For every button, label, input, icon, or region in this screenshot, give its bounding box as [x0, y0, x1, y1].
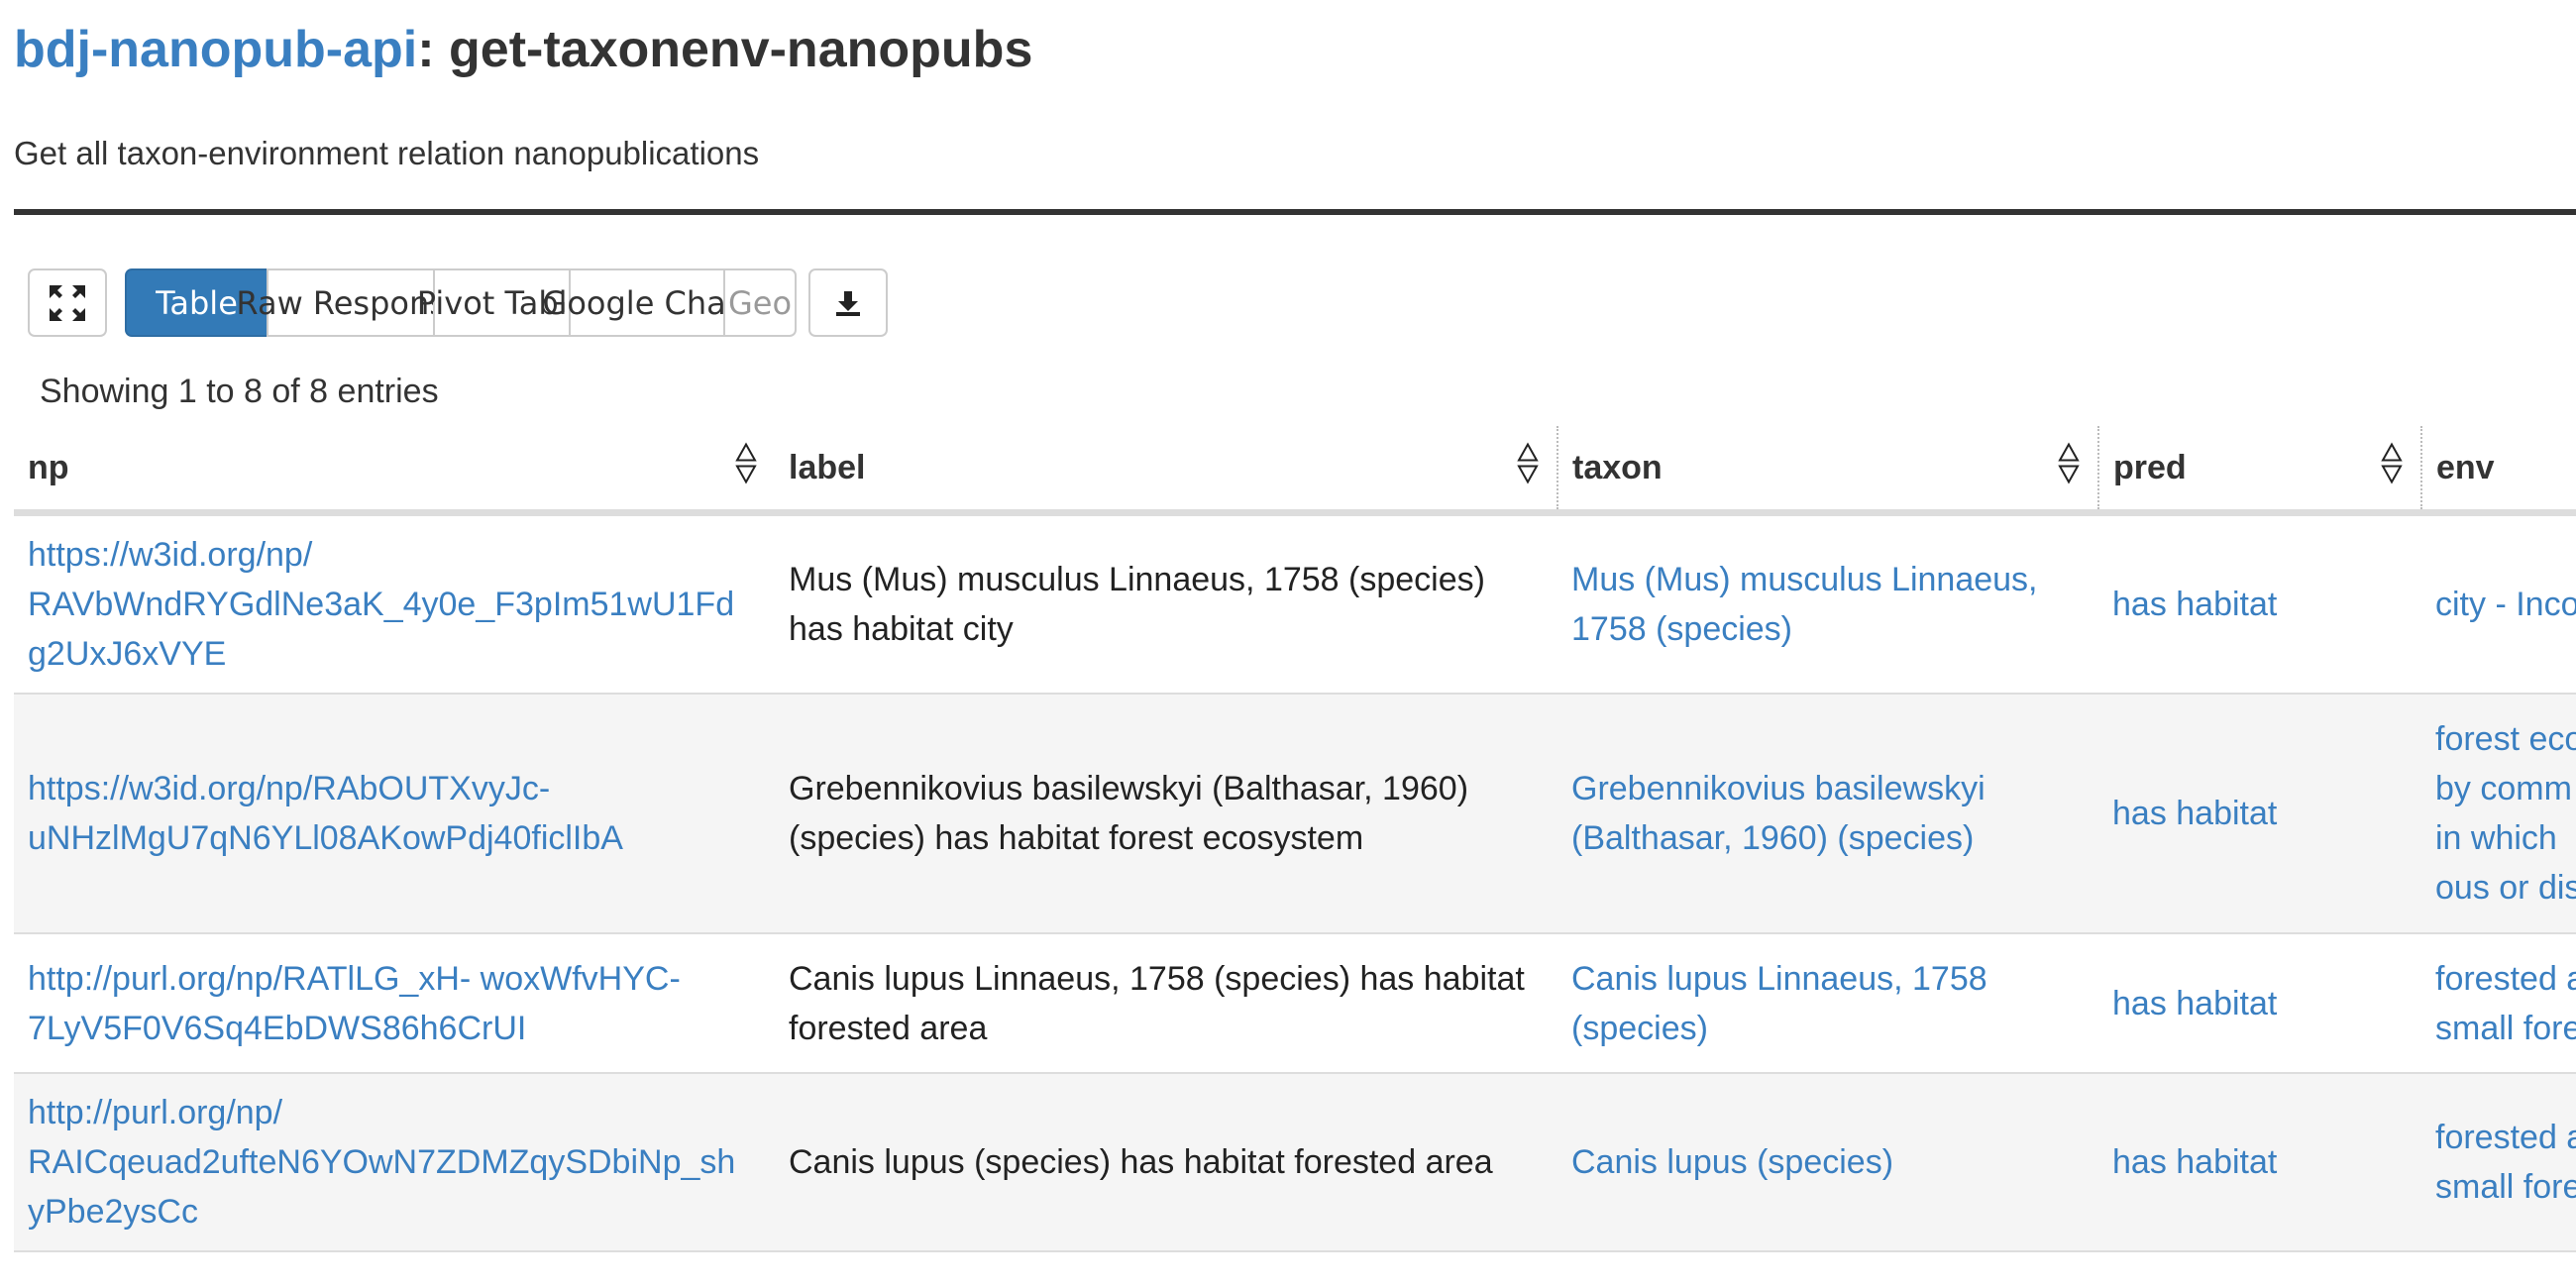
np-link[interactable]: https://w3id.org/np/RAbOUTXvyJc- uNHzlMg…	[14, 694, 775, 934]
taxon-link[interactable]: Grebennikovius basilewskyi (Balthasar, 1…	[1557, 694, 2098, 934]
env-link[interactable]: forested a small fore	[2421, 933, 2576, 1074]
page-title: bdj-nanopub-api: get-taxonenv-nanopubs	[14, 10, 1032, 89]
taxon-link[interactable]: Canis lupus (species)	[1557, 1073, 2098, 1252]
label-cell: Canis lupus Linnaeus, 1758 (species) has…	[775, 933, 1557, 1074]
np-link[interactable]: https://w3id.org/np/ RAVbWndRYGdlNe3aK_4…	[14, 512, 775, 695]
table-row: https://w3id.org/np/RAbOUTXvyJc- uNHzlMg…	[14, 694, 2576, 934]
column-label: pred	[2113, 448, 2187, 486]
query-description: Get all taxon-environment relation nanop…	[14, 135, 760, 171]
env-link[interactable]: forest eco by comm in which ous or dis	[2421, 694, 2576, 934]
sort-icon[interactable]	[1517, 442, 1539, 494]
sort-icon[interactable]	[735, 442, 757, 494]
label-cell: Grebennikovius basilewskyi (Balthasar, 1…	[775, 694, 1557, 934]
sort-icon[interactable]	[2058, 442, 2080, 494]
tab-raw-response[interactable]: Raw Response	[236, 268, 466, 337]
column-header-taxon[interactable]: taxon	[1556, 426, 2098, 516]
table-row: https://w3id.org/np/ RAVbWndRYGdlNe3aK_4…	[14, 512, 2576, 695]
taxon-link[interactable]: Canis lupus Linnaeus, 1758 (species)	[1557, 933, 2098, 1074]
download-button[interactable]	[808, 268, 888, 337]
column-label: np	[28, 448, 69, 486]
env-link[interactable]: city - Inco	[2421, 512, 2576, 695]
pred-link[interactable]: has habitat	[2098, 512, 2421, 695]
table-info: Showing 1 to 8 of 8 entries	[40, 373, 439, 410]
label-cell: Mus (Mus) musculus Linnaeus, 1758 (speci…	[775, 512, 1557, 695]
np-link[interactable]: http://purl.org/np/RATlLG_xH- woxWfvHYC-…	[14, 933, 775, 1074]
table-row: http://purl.org/np/ RAICqeuad2ufteN6YOwN…	[14, 1073, 2576, 1252]
table-row: http://purl.org/np/RATlLG_xH- woxWfvHYC-…	[14, 933, 2576, 1074]
header-divider	[14, 209, 2576, 215]
pred-link[interactable]: has habitat	[2098, 694, 2421, 934]
header-row: np label taxon pred env	[14, 426, 2576, 516]
fullscreen-button[interactable]	[28, 268, 107, 337]
download-icon	[836, 290, 860, 316]
api-name-link[interactable]: bdj-nanopub-api	[14, 21, 417, 78]
column-label: taxon	[1572, 448, 1663, 486]
title-separator: :	[417, 21, 450, 78]
column-header-env[interactable]: env	[2420, 426, 2576, 516]
column-label: label	[789, 448, 866, 486]
taxon-link[interactable]: Mus (Mus) musculus Linnaeus, 1758 (speci…	[1557, 512, 2098, 695]
column-label: env	[2436, 448, 2495, 486]
tab-google-chart[interactable]: Google Chart	[543, 268, 751, 337]
label-cell: Canis lupus (species) has habitat forest…	[775, 1073, 1557, 1252]
sort-icon[interactable]	[2381, 442, 2403, 494]
np-link[interactable]: http://purl.org/np/ RAICqeuad2ufteN6YOwN…	[14, 1073, 775, 1252]
pred-link[interactable]: has habitat	[2098, 1073, 2421, 1252]
column-header-pred[interactable]: pred	[2097, 426, 2421, 516]
env-link[interactable]: forested a small fore	[2421, 1073, 2576, 1252]
column-header-label[interactable]: label	[775, 426, 1557, 516]
page: bdj-nanopub-api: get-taxonenv-nanopubs G…	[0, 0, 2576, 1288]
pred-link[interactable]: has habitat	[2098, 933, 2421, 1074]
expand-arrows-icon	[50, 284, 85, 321]
tab-geo: Geo	[723, 268, 797, 337]
query-name: get-taxonenv-nanopubs	[449, 21, 1033, 78]
results-table: np label taxon pred env https://w3id.org…	[14, 426, 2576, 1252]
column-header-np[interactable]: np	[14, 426, 775, 516]
